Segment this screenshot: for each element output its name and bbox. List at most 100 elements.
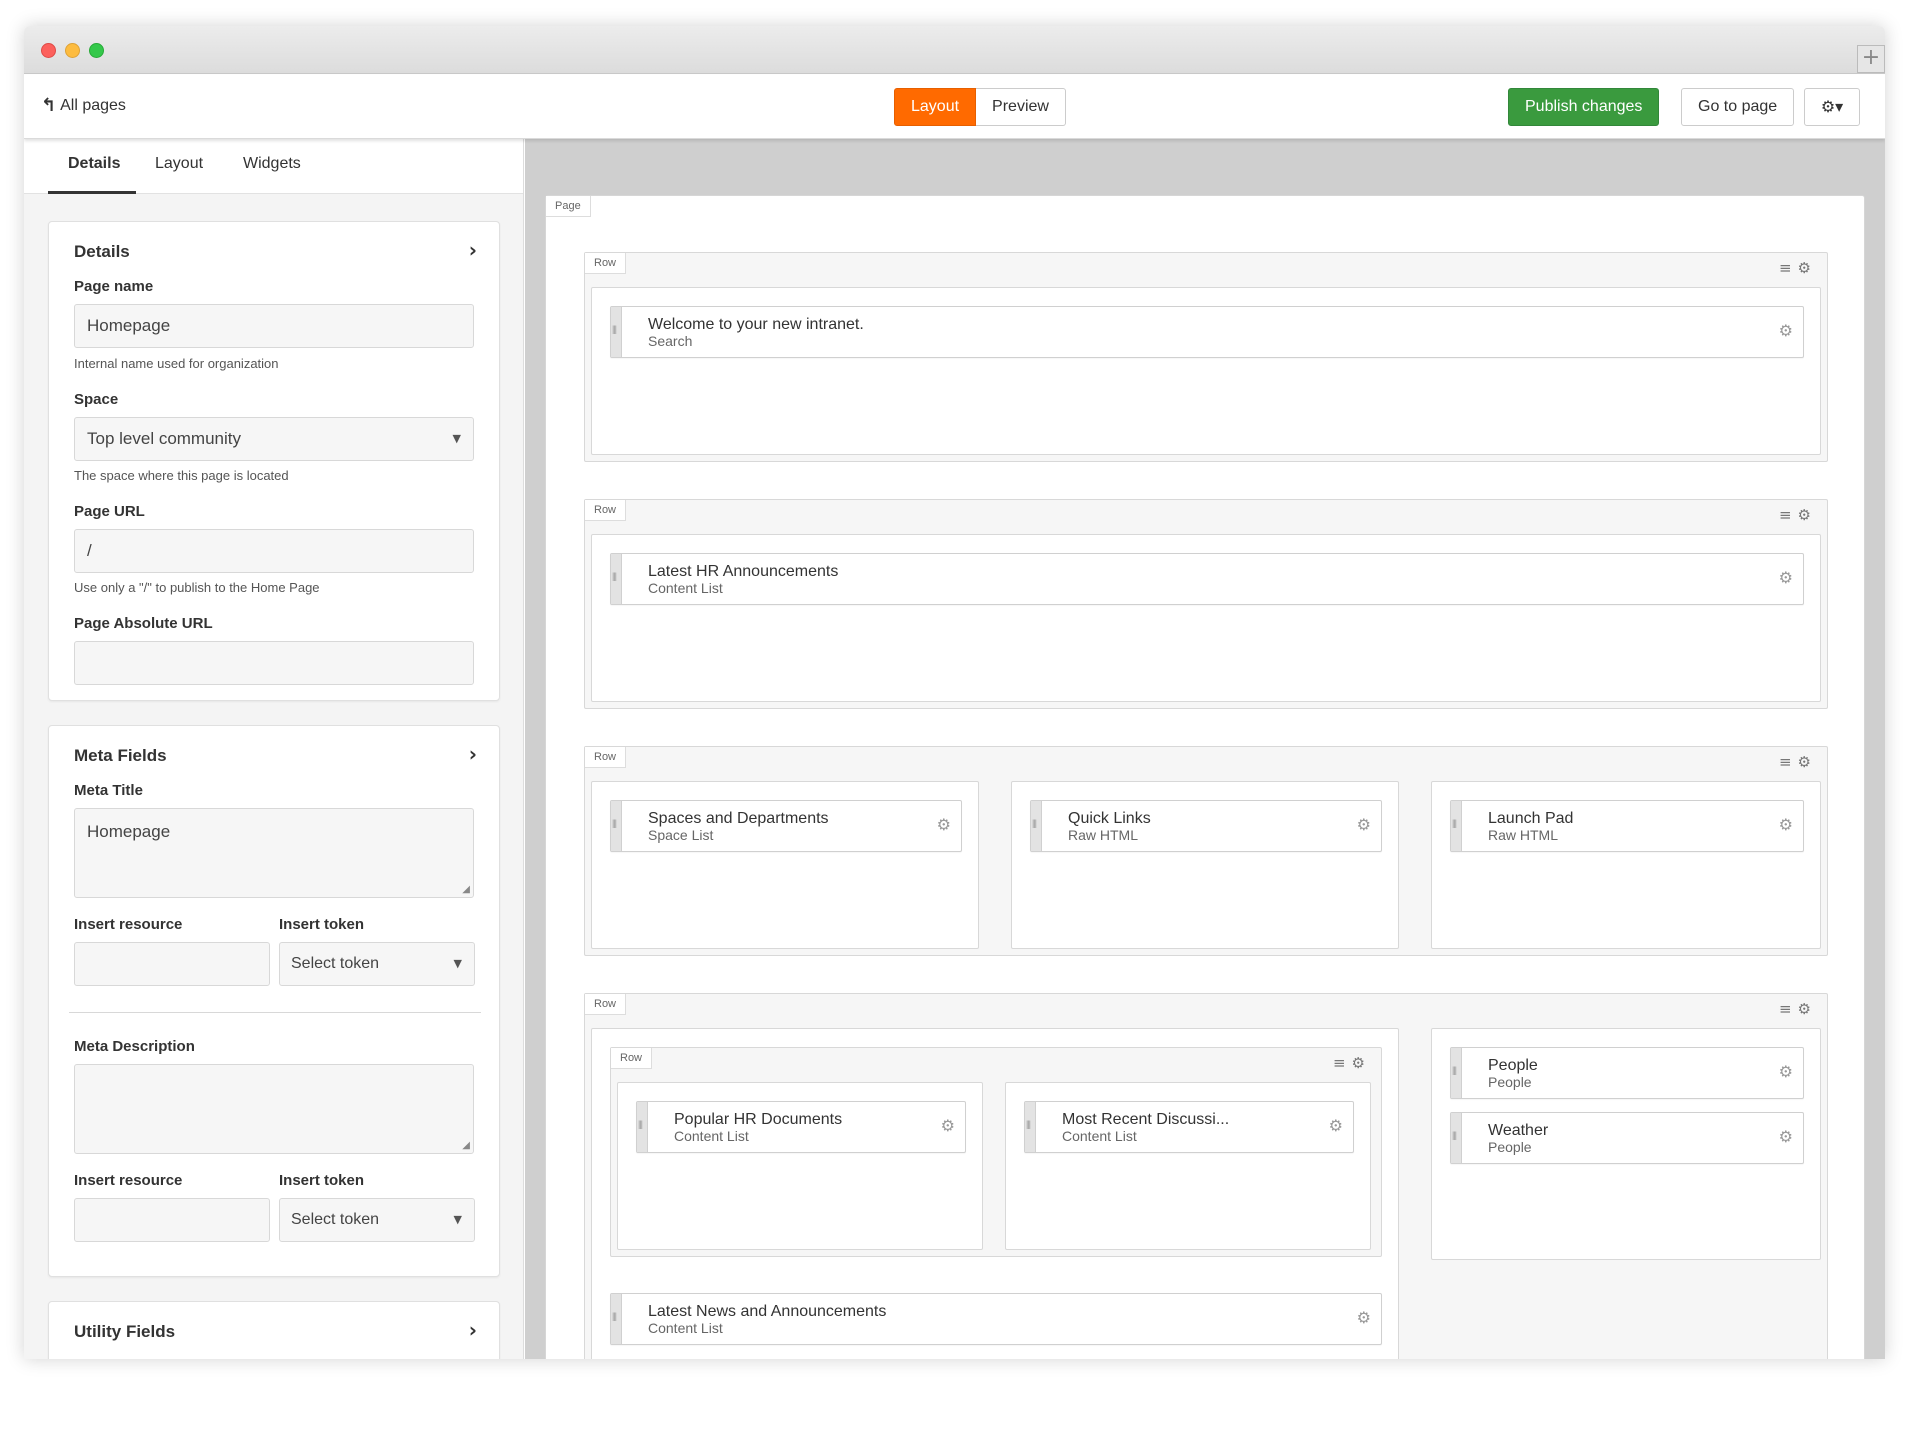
page-absolute-url-input[interactable] xyxy=(74,641,474,685)
layout-column: Launch Pad Raw HTML ⚙ xyxy=(1431,781,1821,949)
menu-icon[interactable]: ≡ xyxy=(1779,259,1798,277)
drag-handle[interactable] xyxy=(611,1294,622,1344)
drag-handle[interactable] xyxy=(637,1102,648,1152)
gear-icon[interactable]: ⚙ xyxy=(937,815,951,834)
menu-icon[interactable]: ≡ xyxy=(1779,1000,1798,1018)
insert-token-select[interactable]: Select token ▼ xyxy=(279,942,475,986)
layout-row[interactable]: Row ≡⚙ Latest HR Announcements Content L… xyxy=(584,499,1828,709)
widget-type: People xyxy=(1488,1074,1532,1090)
widget-type: Content List xyxy=(648,580,723,596)
gear-icon[interactable]: ⚙ xyxy=(941,1116,955,1135)
insert-resource-input-2[interactable] xyxy=(74,1198,270,1242)
page-name-input[interactable]: Homepage xyxy=(74,304,474,348)
page-tag: Page xyxy=(546,196,591,217)
preview-mode-button[interactable]: Preview xyxy=(976,88,1066,126)
menu-icon[interactable]: ≡ xyxy=(1779,506,1798,524)
menu-icon[interactable]: ≡ xyxy=(1779,753,1798,771)
row-tag: Row xyxy=(611,1048,653,1069)
drag-handle[interactable] xyxy=(1451,801,1462,851)
gear-icon[interactable]: ⚙ xyxy=(1779,1062,1793,1081)
widget-title: Launch Pad xyxy=(1488,810,1574,827)
tab-layout[interactable]: Layout xyxy=(155,155,203,173)
insert-token-value: Select token xyxy=(291,955,380,972)
widget-card[interactable]: Popular HR Documents Content List ⚙ xyxy=(636,1101,966,1153)
drag-handle[interactable] xyxy=(1451,1048,1462,1098)
window-titlebar: + xyxy=(24,26,1885,74)
insert-token-select-2[interactable]: Select token ▼ xyxy=(279,1198,475,1242)
widget-card[interactable]: Spaces and Departments Space List ⚙ xyxy=(610,800,962,852)
widget-title: Weather xyxy=(1488,1122,1549,1139)
select-arrow-icon: ▼ xyxy=(453,1213,462,1226)
nested-layout-row[interactable]: Row ≡⚙ Popular HR Documents Content List… xyxy=(610,1047,1382,1257)
close-window-button[interactable] xyxy=(41,43,56,58)
resize-handle-icon[interactable]: ◢ xyxy=(462,1140,470,1151)
gear-icon[interactable]: ⚙ xyxy=(1798,753,1817,771)
drag-handle[interactable] xyxy=(611,801,622,851)
widget-card[interactable]: Weather People ⚙ xyxy=(1450,1112,1804,1164)
meta-description-textarea[interactable]: ◢ xyxy=(74,1064,474,1154)
gear-icon[interactable]: ⚙ xyxy=(1779,568,1793,587)
drag-handle[interactable] xyxy=(611,307,622,357)
widget-card[interactable]: Latest News and Announcements Content Li… xyxy=(610,1293,1382,1345)
gear-icon[interactable]: ⚙ xyxy=(1357,815,1371,834)
drag-handle[interactable] xyxy=(611,554,622,604)
browser-window: + ↰ All pages Layout Preview Publish cha… xyxy=(24,26,1885,1359)
layout-row[interactable]: Row ≡⚙ Spaces and Departments Space List… xyxy=(584,746,1828,956)
layout-column: Most Recent Discussi... Content List ⚙ xyxy=(1005,1082,1371,1250)
publish-changes-button[interactable]: Publish changes xyxy=(1508,88,1660,126)
layout-column: Quick Links Raw HTML ⚙ xyxy=(1011,781,1399,949)
active-tab-indicator xyxy=(48,191,136,194)
widget-card[interactable]: Launch Pad Raw HTML ⚙ xyxy=(1450,800,1804,852)
drag-handle[interactable] xyxy=(1031,801,1042,851)
layout-row[interactable]: Row ≡⚙ Row ≡⚙ Popular HR Documents Conte… xyxy=(584,993,1828,1359)
gear-icon[interactable]: ⚙ xyxy=(1357,1308,1371,1327)
drag-handle[interactable] xyxy=(1025,1102,1036,1152)
new-tab-icon[interactable]: + xyxy=(1857,45,1885,73)
insert-token-value-2: Select token xyxy=(291,1211,380,1228)
page-name-help: Internal name used for organization xyxy=(74,356,279,371)
insert-resource-label: Insert resource xyxy=(74,916,183,933)
widget-card[interactable]: Quick Links Raw HTML ⚙ xyxy=(1030,800,1382,852)
chevron-right-icon[interactable]: › xyxy=(469,742,477,766)
gear-icon[interactable]: ⚙ xyxy=(1352,1054,1371,1072)
resize-handle-icon[interactable]: ◢ xyxy=(462,884,470,895)
sidebar-tabs: Details Layout Widgets xyxy=(24,139,523,194)
tab-details[interactable]: Details xyxy=(68,155,120,173)
space-select[interactable]: Top level community ▼ xyxy=(74,417,474,461)
layout-row[interactable]: Row ≡⚙ Welcome to your new intranet. Sea… xyxy=(584,252,1828,462)
widget-card[interactable]: Welcome to your new intranet. Search ⚙ xyxy=(610,306,1804,358)
drag-handle[interactable] xyxy=(1451,1113,1462,1163)
widget-card[interactable]: Most Recent Discussi... Content List ⚙ xyxy=(1024,1101,1354,1153)
widget-card[interactable]: People People ⚙ xyxy=(1450,1047,1804,1099)
gear-icon[interactable]: ⚙ xyxy=(1329,1116,1343,1135)
settings-dropdown-button[interactable]: ⚙▾ xyxy=(1804,88,1860,126)
all-pages-link[interactable]: ↰ All pages xyxy=(41,95,126,116)
page-url-input[interactable]: / xyxy=(74,529,474,573)
maximize-window-button[interactable] xyxy=(89,43,104,58)
gear-icon[interactable]: ⚙ xyxy=(1798,1000,1817,1018)
gear-icon[interactable]: ⚙ xyxy=(1798,506,1817,524)
chevron-right-icon[interactable]: › xyxy=(469,238,477,262)
widget-title: Most Recent Discussi... xyxy=(1062,1111,1230,1128)
meta-title-textarea[interactable]: Homepage ◢ xyxy=(74,808,474,898)
row-tag: Row xyxy=(585,500,627,521)
menu-icon[interactable]: ≡ xyxy=(1333,1054,1352,1072)
layout-column: Popular HR Documents Content List ⚙ xyxy=(617,1082,983,1250)
gear-icon[interactable]: ⚙ xyxy=(1779,815,1793,834)
widget-type: People xyxy=(1488,1139,1532,1155)
insert-resource-input[interactable] xyxy=(74,942,270,986)
go-to-page-button[interactable]: Go to page xyxy=(1681,88,1795,126)
layout-mode-button[interactable]: Layout xyxy=(894,88,977,126)
gear-icon[interactable]: ⚙ xyxy=(1779,321,1793,340)
tab-widgets[interactable]: Widgets xyxy=(243,155,301,173)
widget-type: Raw HTML xyxy=(1488,827,1559,843)
widget-card[interactable]: Latest HR Announcements Content List ⚙ xyxy=(610,553,1804,605)
layout-column: Welcome to your new intranet. Search ⚙ xyxy=(591,287,1821,455)
row-tag: Row xyxy=(585,253,627,274)
gear-icon[interactable]: ⚙ xyxy=(1798,259,1817,277)
minimize-window-button[interactable] xyxy=(65,43,80,58)
chevron-right-icon[interactable]: › xyxy=(469,1318,477,1342)
space-help: The space where this page is located xyxy=(74,468,289,483)
widget-type: Search xyxy=(648,333,693,349)
gear-icon[interactable]: ⚙ xyxy=(1779,1127,1793,1146)
